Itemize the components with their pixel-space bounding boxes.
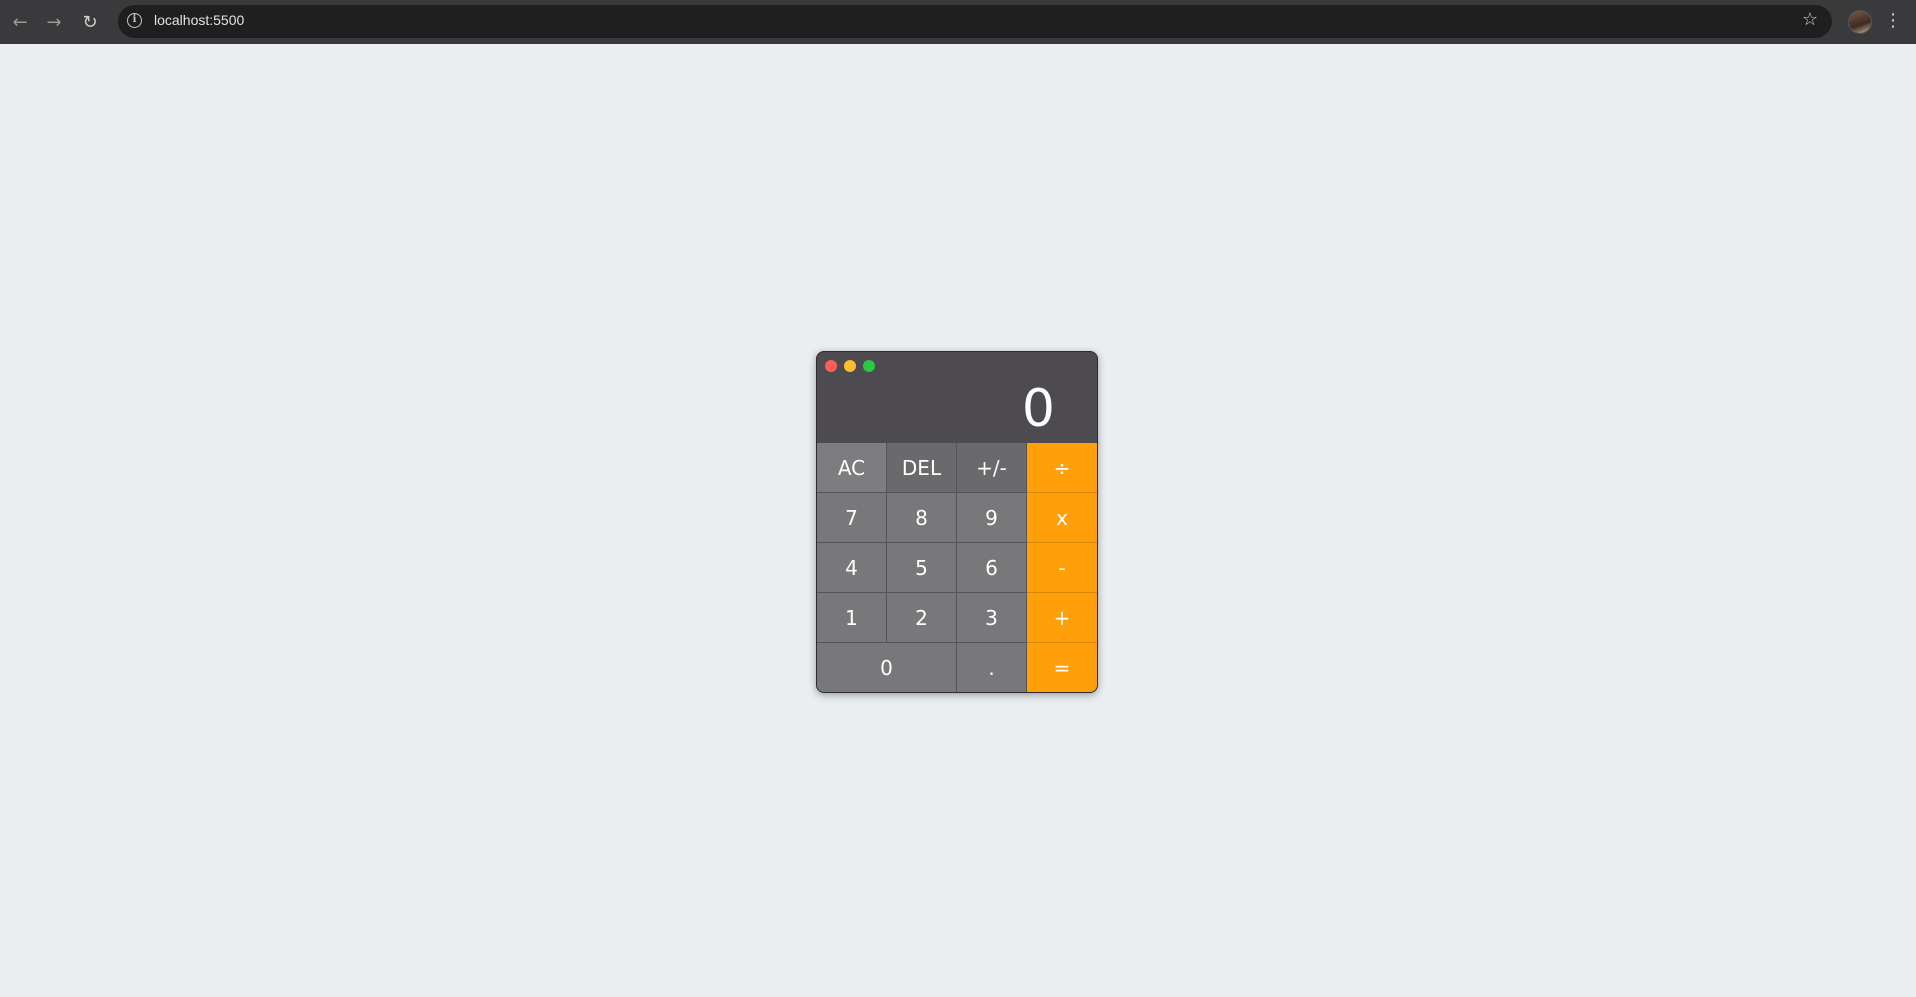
toggle-sign-button[interactable]: +/- xyxy=(957,443,1027,493)
close-window-icon[interactable] xyxy=(825,360,837,372)
subtract-button[interactable]: - xyxy=(1027,543,1097,593)
digit-3-button[interactable]: 3 xyxy=(957,593,1027,643)
digit-1-button[interactable]: 1 xyxy=(817,593,887,643)
url-text: localhost:5500 xyxy=(154,12,245,28)
window-controls xyxy=(825,360,875,372)
keypad: AC DEL +/- ÷ 7 8 9 x 4 5 6 - 1 2 3 + 0 .… xyxy=(817,443,1097,692)
address-bar[interactable]: i localhost:5500 ☆ xyxy=(118,5,1832,38)
digit-4-button[interactable]: 4 xyxy=(817,543,887,593)
calculator-display: 0 xyxy=(1021,379,1055,439)
kebab-menu-icon[interactable]: ⋮ xyxy=(1884,10,1902,34)
profile-avatar[interactable] xyxy=(1848,10,1872,34)
all-clear-button[interactable]: AC xyxy=(817,443,887,493)
delete-button[interactable]: DEL xyxy=(887,443,957,493)
digit-9-button[interactable]: 9 xyxy=(957,493,1027,543)
browser-toolbar: ← → ↻ i localhost:5500 ☆ ⋮ xyxy=(0,0,1916,44)
forward-arrow-icon[interactable]: → xyxy=(40,8,68,36)
divide-button[interactable]: ÷ xyxy=(1027,443,1097,493)
digit-0-button[interactable]: 0 xyxy=(817,643,957,692)
maximize-window-icon[interactable] xyxy=(863,360,875,372)
digit-5-button[interactable]: 5 xyxy=(887,543,957,593)
reload-icon[interactable]: ↻ xyxy=(76,8,104,36)
digit-6-button[interactable]: 6 xyxy=(957,543,1027,593)
minimize-window-icon[interactable] xyxy=(844,360,856,372)
multiply-button[interactable]: x xyxy=(1027,493,1097,543)
bookmark-star-icon[interactable]: ☆ xyxy=(1802,9,1818,30)
digit-7-button[interactable]: 7 xyxy=(817,493,887,543)
add-button[interactable]: + xyxy=(1027,593,1097,643)
digit-8-button[interactable]: 8 xyxy=(887,493,957,543)
equals-button[interactable]: = xyxy=(1027,643,1097,692)
decimal-button[interactable]: . xyxy=(957,643,1027,692)
back-arrow-icon[interactable]: ← xyxy=(6,8,34,36)
calculator: 0 AC DEL +/- ÷ 7 8 9 x 4 5 6 - 1 2 3 + 0… xyxy=(816,351,1098,693)
site-info-icon[interactable]: i xyxy=(127,13,142,28)
digit-2-button[interactable]: 2 xyxy=(887,593,957,643)
